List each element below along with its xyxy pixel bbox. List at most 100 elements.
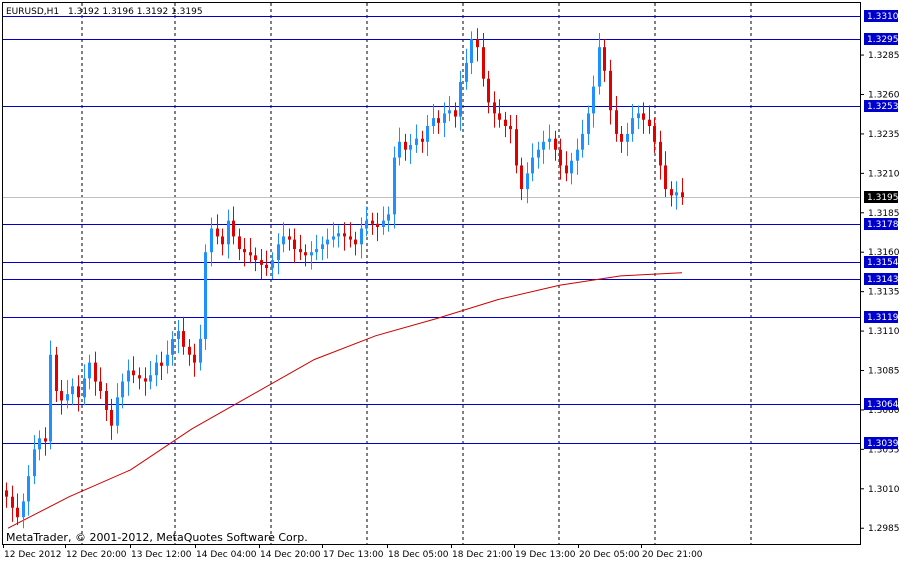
candle-body [94,362,97,382]
candle-body [160,362,163,366]
candle-body [531,157,534,174]
time-tick-label: 13 Dec 12:00 [131,550,192,560]
time-tick-label: 20 Dec 05:00 [579,550,640,560]
candle-body [393,157,396,215]
candle-body [371,220,374,224]
candle-body [343,233,346,237]
candle-body [559,149,562,166]
price-tick-label: 1.3235 [868,130,900,140]
candle-body [642,113,645,120]
candle-body [171,338,174,355]
candle-body [44,438,47,442]
candle-body [265,264,268,268]
candle-body [204,252,207,339]
price-tick-label: 1.3260 [868,90,900,100]
candle-body [670,189,673,196]
candle-body [193,354,196,363]
ohlc-label: 1.3192 1.3196 1.3192 1.3195 [68,7,203,17]
candle-body [354,239,357,245]
candle-body [221,236,224,245]
candle-body [232,220,235,237]
candle-body [11,496,14,508]
time-tick-label: 20 Dec 21:00 [642,550,703,560]
level-price-tag-label: 1.3039 [867,439,899,449]
candle-body [144,378,147,382]
candle-body [537,149,540,158]
candle-body [22,501,25,518]
candle-body [315,249,318,253]
watermark: MetaTrader, © 2001-2012, MetaQuotes Soft… [6,531,308,544]
candle-body [448,110,451,114]
candle-body [637,113,640,119]
candle-body [71,386,74,395]
candle-body [548,138,551,142]
candle-body [110,409,113,426]
candle-body [83,378,86,398]
candle-body [515,129,518,166]
time-tick-label: 19 Dec 13:00 [515,550,576,560]
time-tick-label: 12 Dec 20:00 [66,550,127,560]
chart-background [0,0,900,562]
candle-body [570,160,573,174]
candle-body [576,149,579,161]
candle-body [609,70,612,111]
candle-body [116,397,119,426]
candle-body [38,438,41,450]
price-tick-label: 1.2985 [868,524,900,534]
candlestick-chart[interactable]: 1.32851.32601.32351.32101.31851.31601.31… [0,0,900,562]
candle-body [310,252,313,256]
candle-body [332,236,335,240]
price-tick-label: 1.3110 [868,327,900,337]
candle-body [421,138,424,142]
candle-body [404,141,407,150]
candle-body [437,118,440,123]
candle-body [249,252,252,256]
candle-body [49,354,52,442]
level-price-tag-label: 1.3295 [867,35,899,45]
level-price-tag-label: 1.3178 [867,220,899,230]
candle-body [33,449,36,477]
time-tick-label: 14 Dec 04:00 [196,550,257,560]
candle-body [349,236,352,240]
candle-body [138,375,141,379]
price-tick-label: 1.3010 [868,485,900,495]
candle-body [99,381,102,392]
candle-body [615,110,618,134]
candle-body [299,249,302,253]
candle-body [155,362,158,376]
candle-body [199,338,202,363]
candle-body [664,165,667,190]
candle-body [210,228,213,253]
candle-body [493,102,496,114]
candle-body [631,118,634,134]
candle-body [598,47,601,87]
level-price-tag-label: 1.3143 [867,275,899,285]
candle-body [659,141,662,166]
candle-body [127,370,130,382]
candle-body [554,138,557,150]
candle-body [166,354,169,366]
candle-body [77,386,80,398]
level-price-tag-label: 1.3310 [867,12,899,22]
candle-body [360,228,363,245]
candle-body [238,236,241,250]
candle-body [55,354,58,392]
candle-body [382,220,385,227]
level-price-tag-label: 1.3064 [867,400,899,410]
candle-body [387,214,390,221]
candle-body [288,236,291,240]
candle-body [565,165,568,174]
candle-body [27,476,30,502]
level-price-tag-label: 1.3154 [867,258,899,268]
candle-body [398,141,401,158]
current-price-tag-label: 1.3195 [867,193,899,203]
candle-body [326,239,329,245]
candle-body [459,81,462,117]
candle-body [454,110,457,117]
candle-body [188,346,191,355]
candle-body [216,228,219,237]
time-tick-label: 18 Dec 21:00 [452,550,513,560]
candle-body [675,192,678,196]
candle-body [254,255,257,261]
candle-body [498,113,501,120]
